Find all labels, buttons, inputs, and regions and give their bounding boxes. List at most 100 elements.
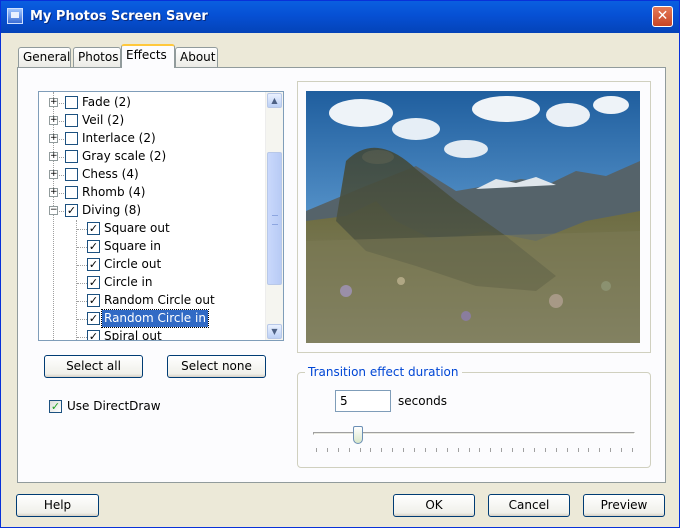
slider-tick bbox=[316, 448, 317, 452]
expand-plus-icon[interactable]: + bbox=[49, 98, 58, 107]
tree-row[interactable]: ✓ Square in bbox=[39, 238, 267, 256]
tab-photos[interactable]: Photos bbox=[73, 47, 121, 67]
slider-tick bbox=[512, 448, 513, 452]
select-none-button[interactable]: Select none bbox=[167, 355, 266, 378]
seconds-label: seconds bbox=[398, 394, 448, 408]
effect-checkbox[interactable]: ✓ bbox=[87, 222, 100, 235]
slider-tick bbox=[338, 448, 339, 452]
slider-tick bbox=[327, 448, 328, 452]
ok-button[interactable]: OK bbox=[393, 494, 475, 517]
expand-plus-icon[interactable]: + bbox=[49, 170, 58, 179]
effect-label[interactable]: Diving (8) bbox=[80, 202, 143, 219]
tree-row[interactable]: + Fade (2) bbox=[39, 94, 267, 112]
effect-label[interactable]: Spiral out bbox=[102, 328, 164, 340]
expand-plus-icon[interactable]: + bbox=[49, 134, 58, 143]
slider-tick bbox=[479, 448, 480, 452]
slider-tick bbox=[599, 448, 600, 452]
screen-saver-dialog: My Photos Screen Saver ✕ General Photos … bbox=[0, 0, 680, 528]
tree-row[interactable]: ✓ Circle in bbox=[39, 274, 267, 292]
effect-checkbox[interactable]: ✓ bbox=[65, 204, 78, 217]
slider-tick bbox=[588, 448, 589, 452]
tab-general[interactable]: General bbox=[18, 47, 71, 67]
slider-tick bbox=[425, 448, 426, 452]
use-directdraw-label: Use DirectDraw bbox=[67, 399, 161, 413]
tree-row[interactable]: + Interlace (2) bbox=[39, 130, 267, 148]
scrollbar-thumb[interactable] bbox=[267, 152, 282, 285]
effect-checkbox[interactable] bbox=[65, 186, 78, 199]
effect-preview-image bbox=[306, 91, 640, 343]
slider-tick bbox=[632, 448, 633, 452]
effect-checkbox[interactable] bbox=[65, 96, 78, 109]
duration-seconds-input[interactable] bbox=[335, 390, 391, 412]
slider-tick bbox=[392, 448, 393, 452]
slider-tick bbox=[545, 448, 546, 452]
expand-plus-icon[interactable]: + bbox=[49, 152, 58, 161]
effect-label[interactable]: Circle out bbox=[102, 256, 163, 273]
slider-tick bbox=[534, 448, 535, 452]
slider-tick bbox=[360, 448, 361, 452]
effect-checkbox[interactable]: ✓ bbox=[87, 312, 100, 325]
effect-label[interactable]: Interlace (2) bbox=[80, 130, 158, 147]
select-all-button[interactable]: Select all bbox=[44, 355, 143, 378]
tree-row[interactable]: + Rhomb (4) bbox=[39, 184, 267, 202]
effect-checkbox[interactable]: ✓ bbox=[87, 330, 100, 340]
effect-label[interactable]: Square in bbox=[102, 238, 163, 255]
preview-button[interactable]: Preview bbox=[583, 494, 665, 517]
slider-tick bbox=[621, 448, 622, 452]
slider-tick bbox=[349, 448, 350, 452]
effect-label[interactable]: Gray scale (2) bbox=[80, 148, 168, 165]
tree-row[interactable]: − ✓ Diving (8) bbox=[39, 202, 267, 220]
slider-tick bbox=[556, 448, 557, 452]
tree-row[interactable]: ✓ Random Circle out bbox=[39, 292, 267, 310]
window-title: My Photos Screen Saver bbox=[30, 9, 208, 24]
effect-label[interactable]: Circle in bbox=[102, 274, 154, 291]
duration-slider-thumb[interactable] bbox=[353, 426, 363, 444]
transition-duration-title: Transition effect duration bbox=[305, 365, 462, 379]
effect-label[interactable]: Square out bbox=[102, 220, 172, 237]
slider-tick bbox=[578, 448, 579, 452]
title-bar[interactable]: My Photos Screen Saver ✕ bbox=[1, 1, 679, 33]
effect-checkbox[interactable] bbox=[65, 150, 78, 163]
effect-label[interactable]: Fade (2) bbox=[80, 94, 133, 111]
effect-checkbox[interactable]: ✓ bbox=[87, 294, 100, 307]
effects-tree[interactable]: + Fade (2) + Veil (2) + Interlace (2) + Gray sc… bbox=[38, 91, 284, 341]
expand-plus-icon[interactable]: + bbox=[49, 188, 58, 197]
tree-row[interactable]: ✓ Random Circle in bbox=[39, 309, 267, 328]
slider-tick bbox=[523, 448, 524, 452]
effect-checkbox[interactable] bbox=[65, 132, 78, 145]
tab-effects[interactable]: Effects bbox=[121, 44, 175, 68]
tree-row[interactable]: ✓ Circle out bbox=[39, 256, 267, 274]
tree-row[interactable]: + Chess (4) bbox=[39, 166, 267, 184]
effect-checkbox[interactable]: ✓ bbox=[87, 240, 100, 253]
tree-row[interactable]: ✓ Square out bbox=[39, 220, 267, 238]
help-button[interactable]: Help bbox=[16, 494, 99, 517]
tree-row[interactable]: + Veil (2) bbox=[39, 112, 267, 130]
collapse-minus-icon[interactable]: − bbox=[49, 206, 58, 215]
tree-row[interactable]: + Gray scale (2) bbox=[39, 148, 267, 166]
effect-checkbox[interactable] bbox=[65, 114, 78, 127]
cancel-button[interactable]: Cancel bbox=[488, 494, 570, 517]
use-directdraw-checkbox[interactable]: ✓ bbox=[49, 400, 62, 413]
effect-checkbox[interactable]: ✓ bbox=[87, 258, 100, 271]
slider-tick bbox=[469, 448, 470, 452]
effect-label[interactable]: Random Circle out bbox=[102, 292, 217, 309]
effect-checkbox[interactable] bbox=[65, 168, 78, 181]
effect-checkbox[interactable]: ✓ bbox=[87, 276, 100, 289]
slider-tick bbox=[567, 448, 568, 452]
tree-scrollbar[interactable]: ▲ ▼ bbox=[265, 92, 283, 340]
scroll-down-arrow-icon[interactable]: ▼ bbox=[267, 324, 282, 339]
slider-tick bbox=[436, 448, 437, 452]
scroll-up-arrow-icon[interactable]: ▲ bbox=[267, 93, 282, 108]
expand-plus-icon[interactable]: + bbox=[49, 116, 58, 125]
slider-tick bbox=[403, 448, 404, 452]
tab-about[interactable]: About bbox=[175, 47, 218, 67]
tree-row[interactable]: ✓ Spiral out bbox=[39, 328, 267, 340]
slider-tick bbox=[370, 448, 371, 452]
effect-label[interactable]: Random Circle in bbox=[101, 309, 209, 328]
effect-label[interactable]: Chess (4) bbox=[80, 166, 141, 183]
effect-label[interactable]: Veil (2) bbox=[80, 112, 126, 129]
grip-icon bbox=[272, 215, 278, 225]
effect-label[interactable]: Rhomb (4) bbox=[80, 184, 147, 201]
slider-tick bbox=[414, 448, 415, 452]
close-icon[interactable]: ✕ bbox=[652, 6, 673, 27]
